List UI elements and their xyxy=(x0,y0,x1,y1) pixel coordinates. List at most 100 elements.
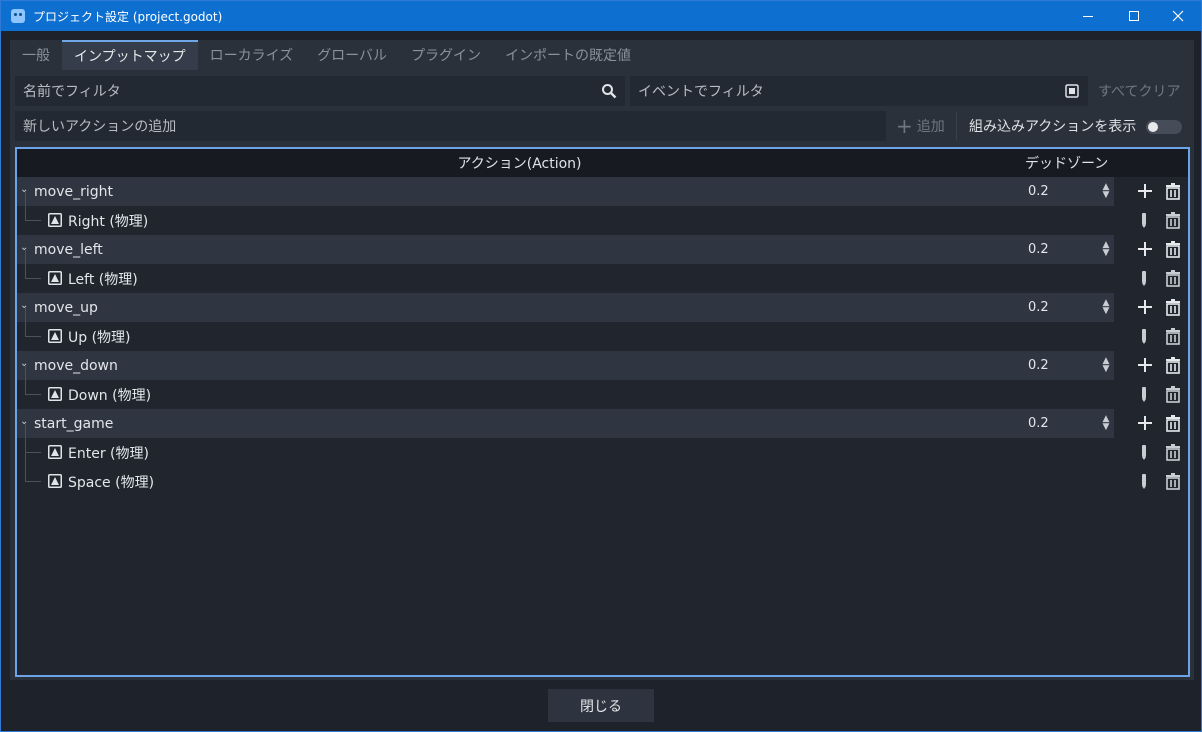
action-row-background xyxy=(17,351,1114,380)
add-event-icon[interactable] xyxy=(1135,181,1155,201)
spinner-arrows-icon[interactable]: ▲ ▼ xyxy=(1101,183,1111,200)
event-row-enter[interactable]: Enter (物理) xyxy=(17,424,1188,467)
column-header-deadzone: デッドゾーン xyxy=(1025,156,1109,172)
settings-panel: 一般 インプットマップ ローカライズ グローバル プラグイン インポートの既定値… xyxy=(10,40,1194,680)
remove-action-icon[interactable] xyxy=(1163,355,1183,375)
remove-event-icon[interactable] xyxy=(1163,210,1183,230)
godot-logo-icon xyxy=(11,9,25,23)
window-title: プロジェクト設定 (project.godot) xyxy=(33,9,223,24)
name-filter-input[interactable]: 名前でフィルタ xyxy=(15,76,625,106)
action-row-move-up[interactable]: ⌄ move_up 0.2 ▲ ▼ xyxy=(17,293,1188,322)
tree-line xyxy=(25,220,41,221)
edit-event-icon[interactable] xyxy=(1137,472,1151,490)
close-window-button[interactable] xyxy=(1155,1,1201,31)
action-row-background xyxy=(17,235,1114,264)
event-row-right[interactable]: Right (物理) xyxy=(17,192,1188,235)
event-name: Right (物理) xyxy=(68,213,149,230)
add-event-icon[interactable] xyxy=(1135,355,1155,375)
action-row-move-down[interactable]: ⌄ move_down 0.2 ▲ ▼ xyxy=(17,351,1188,380)
clear-all-button[interactable]: すべてクリア xyxy=(1098,76,1180,106)
keyboard-listen-icon[interactable] xyxy=(1064,83,1080,99)
add-event-icon[interactable] xyxy=(1135,413,1155,433)
event-row-down[interactable]: Down (物理) xyxy=(17,366,1188,409)
show-builtin-toggle[interactable] xyxy=(1146,120,1182,134)
add-action-button[interactable]: + 追加 xyxy=(896,111,945,141)
spinner-arrows-icon[interactable]: ▲ ▼ xyxy=(1101,241,1111,258)
spinner-arrows-icon[interactable]: ▲ ▼ xyxy=(1101,415,1111,432)
tree-header: アクション(Action) デッドゾーン xyxy=(17,149,1188,177)
remove-action-icon[interactable] xyxy=(1163,297,1183,317)
action-name: move_up xyxy=(34,299,98,316)
remove-event-icon[interactable] xyxy=(1163,268,1183,288)
action-row-start-game[interactable]: ⌄ start_game 0.2 ▲ ▼ xyxy=(17,409,1188,438)
remove-event-icon[interactable] xyxy=(1163,384,1183,404)
tab-general[interactable]: 一般 xyxy=(10,40,62,70)
action-name: move_right xyxy=(34,183,113,200)
new-action-input[interactable]: 新しいアクションの追加 xyxy=(15,111,886,141)
event-row-left[interactable]: Left (物理) xyxy=(17,250,1188,293)
close-icon xyxy=(1172,10,1184,22)
remove-event-icon[interactable] xyxy=(1163,326,1183,346)
remove-action-icon[interactable] xyxy=(1163,181,1183,201)
maximize-button[interactable] xyxy=(1111,1,1157,31)
tab-localization[interactable]: ローカライズ xyxy=(198,40,306,70)
edit-event-icon[interactable] xyxy=(1137,327,1151,345)
keyboard-key-icon xyxy=(48,213,62,227)
action-name: move_down xyxy=(34,357,118,374)
keyboard-key-icon xyxy=(48,474,62,488)
keyboard-key-icon xyxy=(48,271,62,285)
new-action-placeholder: 新しいアクションの追加 xyxy=(23,119,177,135)
action-name: move_left xyxy=(34,241,103,258)
tree-line xyxy=(25,308,26,337)
event-row-up[interactable]: Up (物理) xyxy=(17,308,1188,351)
action-row-background xyxy=(17,409,1114,438)
remove-event-icon[interactable] xyxy=(1163,442,1183,462)
event-row-space[interactable]: Space (物理) xyxy=(17,453,1188,496)
tree-line xyxy=(25,250,26,279)
name-filter-placeholder: 名前でフィルタ xyxy=(23,84,121,100)
remove-action-icon[interactable] xyxy=(1163,413,1183,433)
tree-line xyxy=(25,394,41,395)
tab-import-defaults[interactable]: インポートの既定値 xyxy=(493,40,643,70)
edit-event-icon[interactable] xyxy=(1137,385,1151,403)
deadzone-value[interactable]: 0.2 xyxy=(1028,177,1049,206)
action-row-move-right[interactable]: ⌄ move_right 0.2 ▲ ▼ xyxy=(17,177,1188,206)
action-name: start_game xyxy=(34,415,114,432)
event-name: Space (物理) xyxy=(68,474,155,491)
minimize-button[interactable] xyxy=(1065,1,1111,31)
edit-event-icon[interactable] xyxy=(1137,269,1151,287)
deadzone-value[interactable]: 0.2 xyxy=(1028,351,1049,380)
edit-event-icon[interactable] xyxy=(1137,211,1151,229)
tree-line xyxy=(25,453,26,482)
action-row-move-left[interactable]: ⌄ move_left 0.2 ▲ ▼ xyxy=(17,235,1188,264)
title-bar[interactable]: プロジェクト設定 (project.godot) xyxy=(1,1,1201,31)
event-name: Enter (物理) xyxy=(68,445,149,462)
tree-line xyxy=(25,366,26,395)
tab-globals[interactable]: グローバル xyxy=(305,40,399,70)
tab-plugins[interactable]: プラグイン xyxy=(399,40,493,70)
event-filter-input[interactable]: イベントでフィルタ xyxy=(630,76,1088,106)
tree-line xyxy=(25,452,41,453)
keyboard-key-icon xyxy=(48,329,62,343)
event-name: Left (物理) xyxy=(68,271,138,288)
tree-line xyxy=(25,278,41,279)
add-event-icon[interactable] xyxy=(1135,239,1155,259)
edit-event-icon[interactable] xyxy=(1137,443,1151,461)
deadzone-value[interactable]: 0.2 xyxy=(1028,235,1049,264)
minimize-icon xyxy=(1083,15,1093,17)
tab-input-map[interactable]: インプットマップ xyxy=(62,40,198,70)
project-settings-window: プロジェクト設定 (project.godot) 一般 インプットマップ ローカ… xyxy=(0,0,1202,732)
plus-icon: + xyxy=(896,114,913,138)
action-tree[interactable]: アクション(Action) デッドゾーン ⌄ move_right 0.2 ▲ ▼… xyxy=(15,147,1190,677)
tree-line xyxy=(25,192,26,221)
add-event-icon[interactable] xyxy=(1135,297,1155,317)
remove-event-icon[interactable] xyxy=(1163,471,1183,491)
remove-action-icon[interactable] xyxy=(1163,239,1183,259)
deadzone-value[interactable]: 0.2 xyxy=(1028,409,1049,438)
close-button[interactable]: 閉じる xyxy=(548,689,654,722)
spinner-arrows-icon[interactable]: ▲ ▼ xyxy=(1101,357,1111,374)
tree-line xyxy=(25,481,41,482)
tree-line xyxy=(25,336,41,337)
deadzone-value[interactable]: 0.2 xyxy=(1028,293,1049,322)
spinner-arrows-icon[interactable]: ▲ ▼ xyxy=(1101,299,1111,316)
